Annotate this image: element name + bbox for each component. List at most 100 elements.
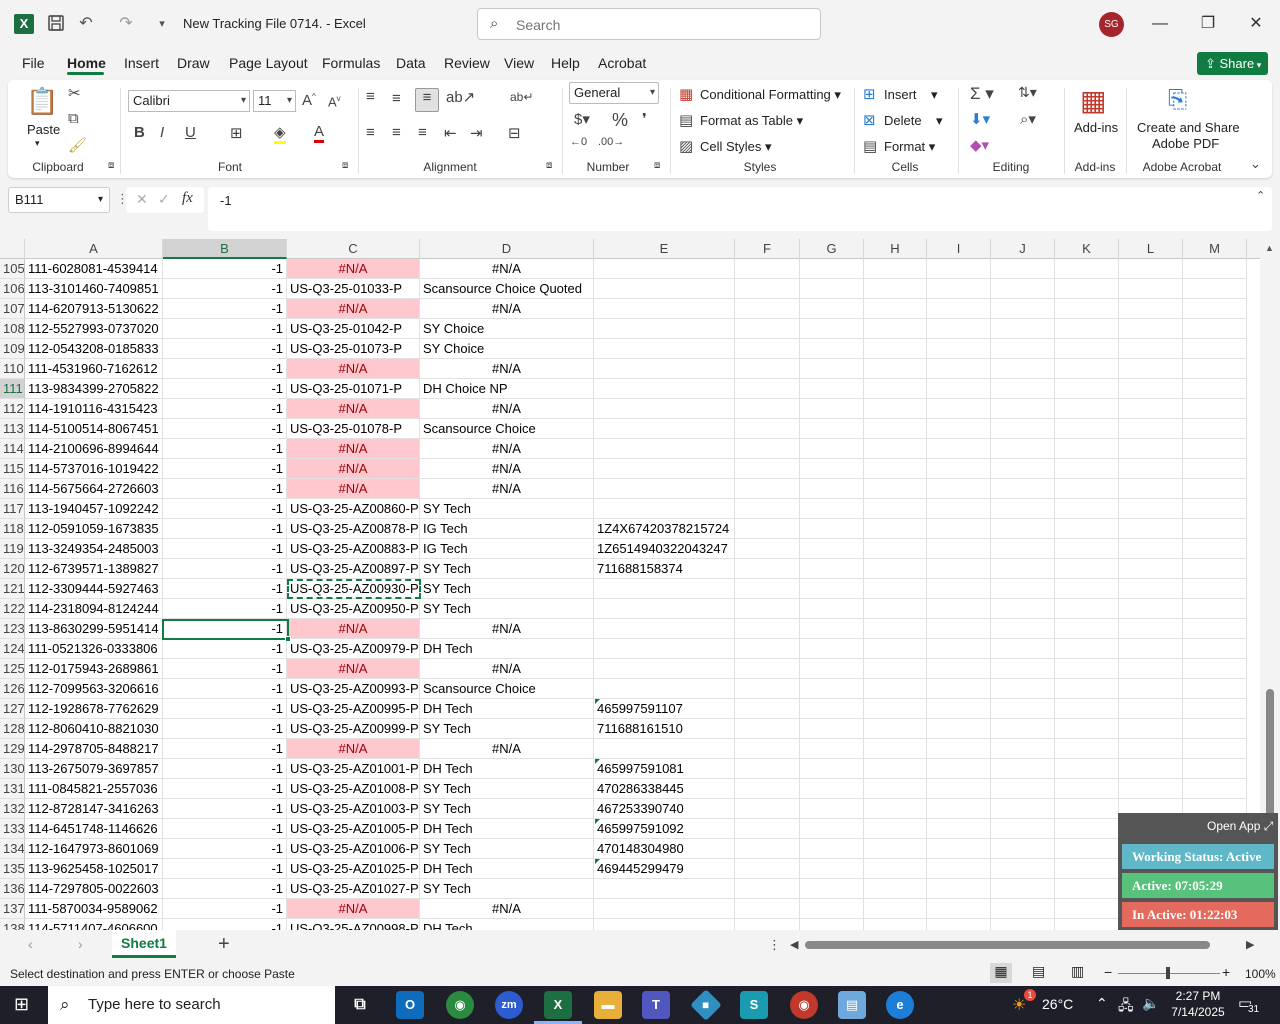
decrease-font-icon[interactable]: Av xyxy=(328,94,341,109)
column-header-a[interactable]: A xyxy=(25,239,163,259)
redo-icon[interactable]: ↷ xyxy=(116,14,136,34)
empty-cell[interactable] xyxy=(1119,399,1183,419)
cell-value[interactable]: -1 xyxy=(163,339,287,359)
empty-cell[interactable] xyxy=(991,279,1055,299)
empty-cell[interactable] xyxy=(1119,619,1183,639)
cell-supplier[interactable]: #N/A xyxy=(420,439,594,459)
zoom-app-icon[interactable]: zm xyxy=(495,991,523,1019)
empty-cell[interactable] xyxy=(864,919,927,930)
row-header[interactable]: 108 xyxy=(0,319,25,339)
empty-cell[interactable] xyxy=(1119,699,1183,719)
empty-cell[interactable] xyxy=(1183,479,1247,499)
empty-cell[interactable] xyxy=(735,719,800,739)
wrap-text-icon[interactable]: ab↵ xyxy=(510,90,533,104)
empty-cell[interactable] xyxy=(735,819,800,839)
empty-cell[interactable] xyxy=(735,699,800,719)
scroll-left-icon[interactable]: ◀ xyxy=(790,938,798,951)
empty-cell[interactable] xyxy=(1183,559,1247,579)
cell-supplier[interactable]: Scansource Choice xyxy=(420,679,594,699)
cell-tracking[interactable] xyxy=(594,659,735,679)
tab-insert[interactable]: Insert xyxy=(124,55,159,71)
font-color-icon[interactable]: A xyxy=(314,123,325,143)
empty-cell[interactable] xyxy=(864,839,927,859)
cell-po-number[interactable]: US-Q3-25-AZ00878-P xyxy=(287,519,420,539)
empty-cell[interactable] xyxy=(800,479,864,499)
empty-cell[interactable] xyxy=(800,839,864,859)
row-header[interactable]: 112 xyxy=(0,399,25,419)
row-header[interactable]: 119 xyxy=(0,539,25,559)
empty-cell[interactable] xyxy=(800,399,864,419)
cell-tracking[interactable] xyxy=(594,919,735,930)
empty-cell[interactable] xyxy=(864,599,927,619)
empty-cell[interactable] xyxy=(991,719,1055,739)
empty-cell[interactable] xyxy=(864,719,927,739)
cell-tracking[interactable]: 465997591107 xyxy=(594,699,735,719)
decrease-indent-icon[interactable]: ⇤ xyxy=(444,124,457,142)
save-icon[interactable] xyxy=(46,14,66,34)
cell-value[interactable]: -1 xyxy=(163,399,287,419)
zoom-slider-thumb[interactable] xyxy=(1166,967,1170,979)
cell-supplier[interactable]: DH Tech xyxy=(420,759,594,779)
cell-tracking[interactable] xyxy=(594,359,735,379)
empty-cell[interactable] xyxy=(735,439,800,459)
conditional-formatting-button[interactable]: Conditional Formatting ▾ xyxy=(700,87,841,103)
empty-cell[interactable] xyxy=(1119,539,1183,559)
row-header[interactable]: 131 xyxy=(0,779,25,799)
empty-cell[interactable] xyxy=(735,879,800,899)
cell-supplier[interactable]: SY Choice xyxy=(420,339,594,359)
empty-cell[interactable] xyxy=(864,359,927,379)
app-s-icon[interactable]: S xyxy=(740,991,768,1019)
cell-value[interactable]: -1 xyxy=(163,719,287,739)
cell-value[interactable]: -1 xyxy=(163,579,287,599)
empty-cell[interactable] xyxy=(991,299,1055,319)
column-header-d[interactable]: D xyxy=(420,239,594,259)
cell-po-number[interactable]: #N/A xyxy=(287,739,420,759)
cell-value[interactable]: -1 xyxy=(163,359,287,379)
app-document-icon[interactable]: ▤ xyxy=(838,991,866,1019)
empty-cell[interactable] xyxy=(1055,819,1119,839)
empty-cell[interactable] xyxy=(800,799,864,819)
empty-cell[interactable] xyxy=(1183,739,1247,759)
cell-value[interactable]: -1 xyxy=(163,899,287,919)
empty-cell[interactable] xyxy=(1183,679,1247,699)
empty-cell[interactable] xyxy=(1055,759,1119,779)
cell-tracking[interactable] xyxy=(594,459,735,479)
cell-order-id[interactable]: 113-9625458-1025017 xyxy=(25,859,163,879)
empty-cell[interactable] xyxy=(735,299,800,319)
cell-po-number[interactable]: #N/A xyxy=(287,619,420,639)
cell-order-id[interactable]: 114-7297805-0022603 xyxy=(25,879,163,899)
cell-po-number[interactable]: #N/A xyxy=(287,259,420,279)
align-right-icon[interactable]: ≡ xyxy=(418,124,427,141)
cell-po-number[interactable]: US-Q3-25-AZ01025-P xyxy=(287,859,420,879)
cell-value[interactable]: -1 xyxy=(163,439,287,459)
empty-cell[interactable] xyxy=(800,919,864,930)
cell-order-id[interactable]: 113-3249354-2485003 xyxy=(25,539,163,559)
cell-po-number[interactable]: #N/A xyxy=(287,479,420,499)
cell-po-number[interactable]: US-Q3-25-01073-P xyxy=(287,339,420,359)
underline-icon[interactable]: U xyxy=(185,124,196,141)
cell-po-number[interactable]: #N/A xyxy=(287,359,420,379)
empty-cell[interactable] xyxy=(800,659,864,679)
empty-cell[interactable] xyxy=(1183,619,1247,639)
empty-cell[interactable] xyxy=(1119,379,1183,399)
empty-cell[interactable] xyxy=(864,439,927,459)
empty-cell[interactable] xyxy=(1055,279,1119,299)
empty-cell[interactable] xyxy=(1183,659,1247,679)
cell-value[interactable]: -1 xyxy=(163,659,287,679)
number-format-select[interactable]: General ▾ xyxy=(569,82,659,104)
empty-cell[interactable] xyxy=(735,599,800,619)
increase-indent-icon[interactable]: ⇥ xyxy=(470,124,483,142)
empty-cell[interactable] xyxy=(864,419,927,439)
format-as-table-icon[interactable]: ▤ xyxy=(679,111,693,129)
column-header-g[interactable]: G xyxy=(800,239,864,259)
empty-cell[interactable] xyxy=(991,259,1055,279)
cell-value[interactable]: -1 xyxy=(163,559,287,579)
cell-value[interactable]: -1 xyxy=(163,759,287,779)
empty-cell[interactable] xyxy=(927,459,991,479)
empty-cell[interactable] xyxy=(800,279,864,299)
empty-cell[interactable] xyxy=(1183,519,1247,539)
clock-time[interactable]: 2:27 PM xyxy=(1172,989,1224,1003)
cell-tracking[interactable]: 467253390740 xyxy=(594,799,735,819)
cell-order-id[interactable]: 113-3101460-7409851 xyxy=(25,279,163,299)
cell-supplier[interactable]: IG Tech xyxy=(420,519,594,539)
